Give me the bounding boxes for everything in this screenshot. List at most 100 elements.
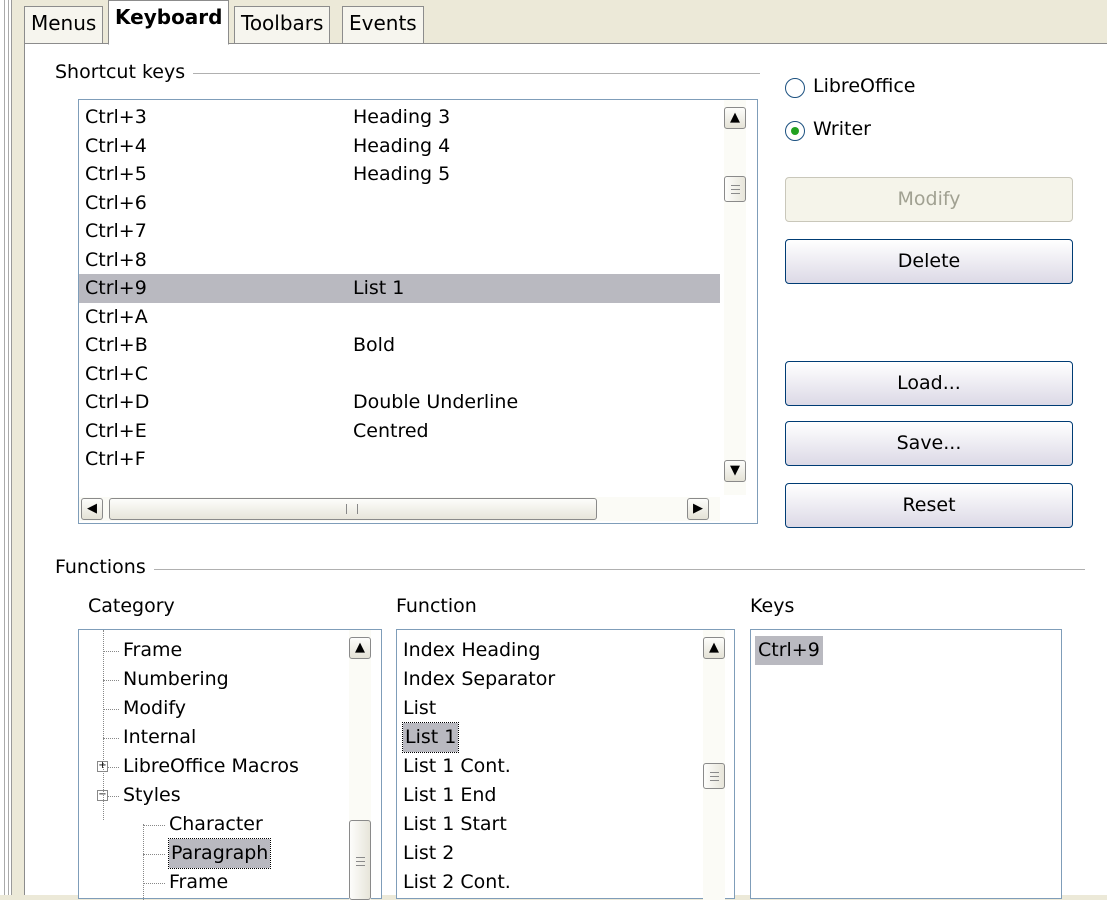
tree-connector <box>143 825 165 826</box>
shortcut-key-cell: Ctrl+E <box>85 419 147 442</box>
keys-item-label: Ctrl+9 <box>755 636 823 665</box>
function-list[interactable]: Index Heading Index Separator List List 1 Li… <box>396 629 735 900</box>
category-item[interactable]: Modify <box>79 694 349 723</box>
libreoffice-radio-label[interactable]: LibreOffice <box>813 75 915 97</box>
shortcut-command-cell: Heading 4 <box>353 134 451 157</box>
libreoffice-radio[interactable] <box>785 78 805 98</box>
shortcut-command-cell: Heading 5 <box>353 163 451 185</box>
function-item[interactable]: Index Separator <box>397 665 702 694</box>
function-item-label: List 1 End <box>403 784 497 806</box>
tab-menus[interactable]: Menus <box>24 6 104 44</box>
keys-list[interactable]: Ctrl+9 <box>750 629 1062 899</box>
function-item-label: List 1 Start <box>403 813 507 835</box>
tree-connector <box>143 824 144 900</box>
tree-connector <box>103 680 119 681</box>
shortcut-key-cell: Ctrl+4 <box>85 134 147 157</box>
shortcut-row[interactable]: Ctrl+3 Heading 3 <box>79 103 720 132</box>
modify-button[interactable]: Modify <box>785 177 1073 222</box>
function-item[interactable]: List 2 <box>397 839 702 868</box>
shortcut-key-cell: Ctrl+B <box>85 334 148 356</box>
scroll-left-button[interactable]: ◀ <box>81 498 103 520</box>
function-item[interactable]: List 1 Cont. <box>397 752 702 781</box>
function-item-label: List 2 <box>403 842 455 864</box>
function-item[interactable]: List 2 Cont. <box>397 868 702 897</box>
tab-events[interactable]: Events <box>342 6 424 44</box>
category-vscroll[interactable]: ▲ <box>349 630 371 900</box>
writer-radio[interactable] <box>785 121 805 141</box>
category-item[interactable]: Numbering <box>79 665 349 694</box>
category-item[interactable]: − Styles <box>79 781 349 810</box>
delete-button[interactable]: Delete <box>785 239 1073 284</box>
shortcut-command-cell: Centred <box>353 419 429 442</box>
shortcut-row[interactable]: Ctrl+C <box>79 360 720 389</box>
category-item[interactable]: Paragraph <box>79 838 349 869</box>
chevron-up-icon: ▲ <box>709 640 719 655</box>
scroll-thumb[interactable] <box>703 763 725 789</box>
shortcut-row[interactable]: Ctrl+E Centred <box>79 417 720 446</box>
shortcut-row[interactable]: Ctrl+7 <box>79 217 720 246</box>
scroll-up-button[interactable]: ▲ <box>724 107 746 129</box>
shortcut-row[interactable]: Ctrl+F <box>79 445 720 474</box>
category-rows: Frame Numbering Modify Internal + LibreOffice… <box>79 630 349 900</box>
shortcut-key-cell: Ctrl+A <box>85 305 148 328</box>
shortcut-row[interactable]: Ctrl+B Bold <box>79 331 720 360</box>
scroll-up-button[interactable]: ▲ <box>703 637 725 659</box>
reset-button[interactable]: Reset <box>785 483 1073 528</box>
shortcut-command-cell: Bold <box>353 334 395 356</box>
scroll-down-button[interactable]: ▼ <box>724 460 746 482</box>
shortcut-key-cell: Ctrl+F <box>85 448 146 470</box>
shortcut-row[interactable]: Ctrl+6 <box>79 189 720 218</box>
shortcut-row[interactable]: Ctrl+5 Heading 5 <box>79 160 720 189</box>
shortcut-row[interactable]: Ctrl+9 List 1 <box>79 274 720 303</box>
functions-divider <box>55 569 1085 570</box>
tree-connector <box>103 651 119 652</box>
function-item[interactable]: List 1 Start <box>397 810 702 839</box>
category-item[interactable]: Frame <box>79 868 349 897</box>
shortcut-row[interactable]: Ctrl+8 <box>79 246 720 275</box>
function-vscroll[interactable]: ▲ <box>703 630 725 900</box>
function-item[interactable]: Index Heading <box>397 636 702 665</box>
category-item-label: Internal <box>123 726 197 748</box>
scroll-up-button[interactable]: ▲ <box>349 637 371 659</box>
load-button[interactable]: Load... <box>785 361 1073 406</box>
category-item[interactable]: Character <box>79 810 349 839</box>
shortcut-keys-rows: Ctrl+3 Heading 3 Ctrl+4 Heading 4 Ctrl+5 Head… <box>79 100 720 495</box>
shortcut-row[interactable]: Ctrl+A <box>79 303 720 332</box>
tab-toolbars[interactable]: Toolbars <box>234 6 331 44</box>
scroll-thumb[interactable] <box>349 820 371 900</box>
category-item[interactable]: Frame <box>79 636 349 665</box>
scroll-right-button[interactable]: ▶ <box>687 498 709 520</box>
tab-keyboard[interactable]: Keyboard <box>108 0 230 45</box>
category-item[interactable]: + LibreOffice Macros <box>79 752 349 781</box>
category-item-label: Character <box>169 813 263 835</box>
category-item-label: Frame <box>123 639 183 661</box>
category-tree[interactable]: Frame Numbering Modify Internal + LibreOffice… <box>78 629 382 900</box>
shortcut-row[interactable]: Ctrl+D Double Underline <box>79 388 720 417</box>
function-item[interactable]: List 1 <box>397 722 702 753</box>
function-item-label: Index Heading <box>403 639 541 661</box>
shortcut-keys-list[interactable]: Ctrl+3 Heading 3 Ctrl+4 Heading 4 Ctrl+5 Head… <box>78 99 758 524</box>
chevron-down-icon: ▼ <box>730 463 740 478</box>
scroll-thumb[interactable] <box>724 176 746 202</box>
save-button[interactable]: Save... <box>785 421 1073 466</box>
function-item[interactable]: List <box>397 694 702 723</box>
shortcut-keys-vscroll[interactable]: ▲ ▼ <box>724 100 746 495</box>
hscroll-thumb[interactable] <box>109 498 597 520</box>
category-item[interactable]: Internal <box>79 723 349 752</box>
writer-radio-label[interactable]: Writer <box>813 118 871 140</box>
function-item-label: List 2 Cont. <box>403 871 511 893</box>
category-item-label: Paragraph <box>167 838 272 869</box>
chevron-right-icon: ▶ <box>693 501 703 516</box>
chevron-up-icon: ▲ <box>730 110 740 125</box>
shortcut-row[interactable]: Ctrl+4 Heading 4 <box>79 132 720 161</box>
shortcut-keys-title: Shortcut keys <box>55 61 194 83</box>
function-item[interactable]: List 1 End <box>397 781 702 810</box>
shortcut-keys-hscroll[interactable]: ◀ ▶ <box>79 497 720 521</box>
keys-label: Keys <box>750 595 795 617</box>
function-item-label: List 1 <box>401 722 460 753</box>
tree-connector <box>103 630 104 820</box>
function-label: Function <box>396 595 477 617</box>
chevron-left-icon: ◀ <box>87 501 97 516</box>
shortcut-key-cell: Ctrl+5 <box>85 163 147 185</box>
function-item-label: List 1 Cont. <box>403 755 511 777</box>
